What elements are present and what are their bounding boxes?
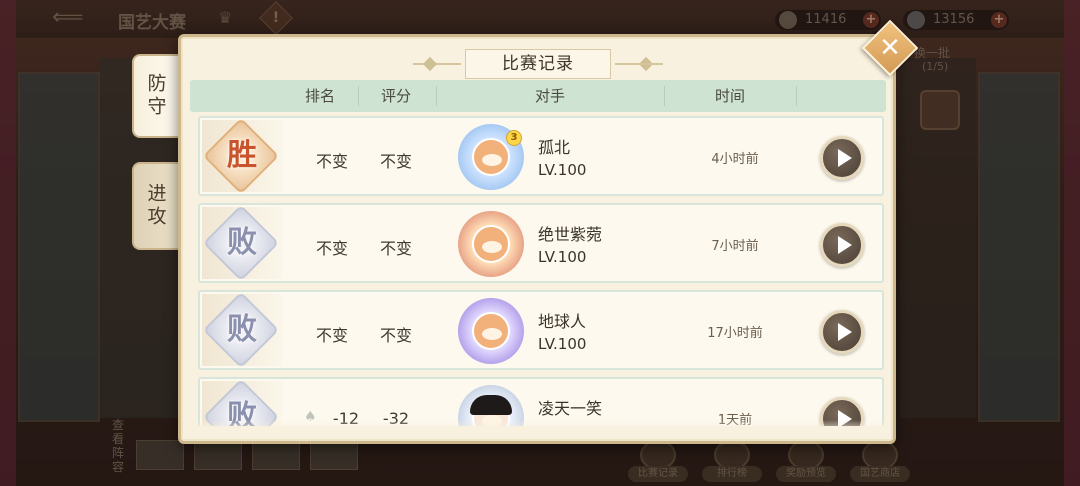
column-divider	[358, 86, 359, 106]
opponent-avatar[interactable]	[458, 298, 524, 364]
dialog-title-bar: 比赛记录	[413, 49, 663, 79]
column-header-rank: 排名	[304, 87, 335, 105]
opponent-name: 地球人	[538, 312, 587, 331]
cat-face-icon	[472, 225, 510, 263]
dialog-title: 比赛记录	[465, 49, 611, 79]
opponent-level: LV.100	[538, 248, 587, 266]
title-ornament-diamond	[422, 56, 438, 72]
tab-attack-label: 进攻	[144, 183, 167, 229]
opponent-name: 绝世紫菀	[538, 225, 603, 244]
tab-defend[interactable]: 防守	[132, 54, 178, 138]
table-header: 排名 评分 对手 时间	[190, 80, 886, 112]
match-time: 7小时前	[711, 239, 759, 254]
replay-play-button[interactable]	[820, 223, 864, 267]
record-row: 败 不变 不变 绝世紫菀 LV.100 7小时前	[198, 203, 884, 283]
column-divider	[796, 86, 797, 106]
rank-change: 不变	[315, 326, 348, 345]
column-header-time: 时间	[714, 87, 745, 105]
record-row: 败 不变 不变 地球人 LV.100 17小时前	[198, 290, 884, 370]
match-time: 17小时前	[707, 326, 763, 341]
result-badge-area: 败	[202, 291, 282, 369]
opponent-avatar[interactable]: 3	[458, 124, 524, 190]
score-change: 不变	[379, 152, 412, 171]
opponent-name: 凌天一笑	[538, 399, 603, 418]
result-badge-area: 败	[202, 204, 282, 282]
opponent-name: 孤北	[538, 138, 571, 157]
column-header-opponent: 对手	[534, 87, 565, 105]
score-change: 不变	[379, 239, 412, 258]
column-divider	[436, 86, 437, 106]
cat-face-icon	[472, 312, 510, 350]
match-time: 4小时前	[711, 152, 759, 167]
cat-face-icon	[472, 138, 510, 176]
opponent-level: LV.100	[538, 335, 587, 353]
tab-attack[interactable]: 进攻	[132, 162, 178, 250]
result-label: 败	[227, 312, 257, 347]
opponent-level: LV.100	[538, 161, 587, 179]
close-icon: ✕	[879, 33, 901, 63]
replay-play-button[interactable]	[820, 136, 864, 180]
column-header-score: 评分	[380, 87, 411, 105]
replay-play-button[interactable]	[820, 310, 864, 354]
score-change: 不变	[379, 326, 412, 345]
rank-change: 不变	[315, 152, 348, 171]
record-row: 胜 不变 不变 3 孤北 LV.100 4小时前	[198, 116, 884, 196]
result-badge-area: 胜	[202, 117, 282, 195]
list-bottom-fade	[198, 420, 886, 434]
record-row: 败 ♠ -12 -32 凌天一笑 1天前	[198, 377, 884, 426]
result-label: 败	[227, 225, 257, 260]
result-label: 胜	[227, 138, 257, 173]
column-divider	[664, 86, 665, 106]
opponent-avatar[interactable]	[458, 211, 524, 277]
rank-change: 不变	[315, 239, 348, 258]
record-list[interactable]: 胜 不变 不变 3 孤北 LV.100 4小时前 败 不变 不变 绝世紫菀 LV…	[198, 114, 886, 426]
title-ornament-line	[615, 63, 663, 65]
rank-medal-icon: 3	[506, 130, 522, 146]
tab-defend-label: 防守	[144, 73, 167, 119]
